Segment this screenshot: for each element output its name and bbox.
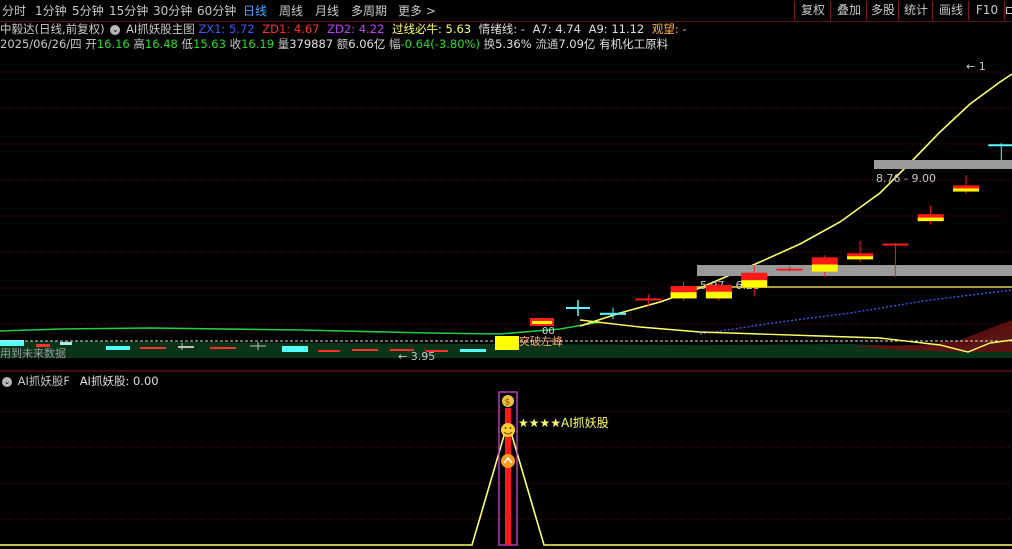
zd2-label: ZD2: [327, 22, 356, 36]
draw-line-button[interactable]: 画线 [932, 1, 969, 20]
period-tab-multi[interactable]: 多周期 [351, 3, 387, 19]
candle-body [988, 144, 1012, 147]
chevron-right-icon: > [425, 4, 436, 18]
float-label: 流通 [535, 37, 559, 51]
candle-fill [953, 188, 979, 192]
smiley-eye-left [504, 427, 507, 429]
high-label: 高 [133, 37, 145, 51]
period-tab-fenshi[interactable]: 分时 [2, 3, 26, 19]
overlay-button[interactable]: 叠加 [830, 1, 867, 20]
stock-title[interactable]: 中毅达(日线,前复权) [0, 22, 105, 36]
candle-fill [811, 264, 838, 272]
high-value: 16.48 [144, 37, 178, 51]
period-tab-5min[interactable]: 5分钟 [72, 3, 104, 19]
square-icon[interactable] [1004, 1, 1012, 20]
period-tab-1min[interactable]: 1分钟 [35, 3, 67, 19]
indicator-info-line: 中毅达(日线,前复权) ⌄ AI抓妖股主图 ZX1: 5.72 ZD1: 4.6… [0, 22, 687, 37]
zd1-value: 4.67 [293, 22, 320, 36]
period-tab-60min[interactable]: 60分钟 [197, 3, 236, 19]
candle-body [635, 298, 662, 301]
guoxian-label: 过线必牛: [391, 22, 442, 36]
up-arrow-icon [501, 454, 515, 468]
candle-fill [917, 217, 944, 222]
indicator-name[interactable]: AI抓妖股F [18, 374, 70, 388]
period-tab-more[interactable]: 更多 > [398, 3, 436, 19]
guoxian-value: 5.63 [445, 22, 472, 36]
zx1-label: ZX1: [198, 22, 226, 36]
indicator-dropdown-icon[interactable]: ⌄ [2, 376, 12, 387]
industry-value: 有机化工原料 [599, 37, 669, 51]
period-tab-15min[interactable]: 15分钟 [109, 3, 148, 19]
period-toolbar: 分时 1分钟 5分钟 15分钟 30分钟 60分钟 日线 周线 月线 多周期 更… [0, 0, 1012, 22]
close-value: 16.19 [241, 37, 275, 51]
candle-body [776, 268, 803, 271]
ma-blue-line [699, 289, 1012, 335]
period-tab-30min[interactable]: 30分钟 [153, 3, 192, 19]
candle-fill [847, 256, 874, 260]
small-label: 00 [542, 326, 555, 337]
indicator-value: 0.00 [132, 374, 159, 388]
guanwang-value: - [682, 22, 687, 36]
multi-stock-button[interactable]: 多股 [866, 1, 899, 20]
a7-value: 4.74 [555, 22, 581, 36]
candle-fill [670, 292, 697, 299]
zd1-label: ZD1: [262, 22, 291, 36]
change-label: 幅 [389, 37, 401, 51]
indicator-pane: $ ★★★★AI抓妖股 [0, 391, 1012, 546]
candle-fill [705, 291, 732, 299]
square-icon-box [1005, 7, 1012, 14]
max-price-marker: ← 1 [966, 60, 986, 73]
zone-upper-label: 8.76 - 9.00 [876, 172, 936, 185]
turnover-value: 5.36% [495, 37, 532, 51]
a7-label: A7: [532, 22, 552, 36]
vol-value: 379887 [289, 37, 334, 51]
candles-major [600, 143, 1012, 319]
breakout-candle [495, 336, 519, 350]
qingxu-label: 情绪线: [478, 22, 518, 36]
period-tab-monthly[interactable]: 月线 [315, 3, 339, 19]
candle-body [882, 243, 909, 246]
float-value: 7.09亿 [558, 37, 596, 51]
fuquan-button[interactable]: 复权 [794, 1, 831, 20]
left-note: 用到未来数据 [0, 346, 66, 360]
open-label: 开 [85, 37, 97, 51]
dropdown-circle-icon[interactable]: ⌄ [110, 24, 121, 35]
f10-button[interactable]: F10 [968, 1, 1005, 20]
zone-upper [874, 160, 1012, 169]
open-value: 16.16 [96, 37, 130, 51]
candle-fill [741, 280, 768, 288]
amount-value: 6.06亿 [348, 37, 386, 51]
low-label: 低 [181, 37, 194, 51]
a9-label: A9: [588, 22, 608, 36]
period-tab-daily[interactable]: 日线 [243, 3, 267, 19]
smiley-icon [501, 423, 515, 437]
main-indicator-name[interactable]: AI抓妖股主图 [126, 22, 195, 36]
smiley-eye-right [509, 427, 512, 429]
zx1-value: 5.72 [228, 22, 255, 36]
indicator-header: ⌄ AI抓妖股F AI抓妖股: 0.00 [0, 374, 159, 389]
close-label: 收 [229, 37, 242, 51]
moneybag-icon-glyph: $ [505, 398, 511, 408]
turnover-label: 换 [483, 37, 496, 51]
date-value: 2025/06/26/四 [0, 37, 82, 51]
candle-body [600, 312, 626, 315]
breakout-label: 突破左峰 [519, 334, 563, 348]
min-price-marker: ← 3.95 [398, 350, 435, 363]
change-value: -0.64(-3.80%) [400, 37, 480, 51]
indicator-value-label: AI抓妖股: [79, 374, 130, 388]
price-info-line: 2025/06/26/四 开16.16 高16.48 低15.63 收16.19… [0, 37, 668, 52]
main-kline-chart[interactable]: 8.76 - 9.00 5.97 - 6.28 突破左峰 用到未来数据 ← 3.… [0, 0, 1012, 549]
a9-value: 11.12 [611, 22, 645, 36]
zd2-value: 4.22 [358, 22, 385, 36]
amount-label: 额 [336, 37, 349, 51]
qingxu-value: - [520, 22, 525, 36]
guanwang-label: 观望: [651, 22, 679, 36]
period-tab-weekly[interactable]: 周线 [279, 3, 303, 19]
more-label: 更多 [398, 4, 423, 18]
vol-label: 量 [277, 37, 290, 51]
signal-label: ★★★★AI抓妖股 [518, 416, 609, 430]
low-value: 15.63 [193, 37, 226, 51]
statistics-button[interactable]: 统计 [898, 1, 933, 20]
